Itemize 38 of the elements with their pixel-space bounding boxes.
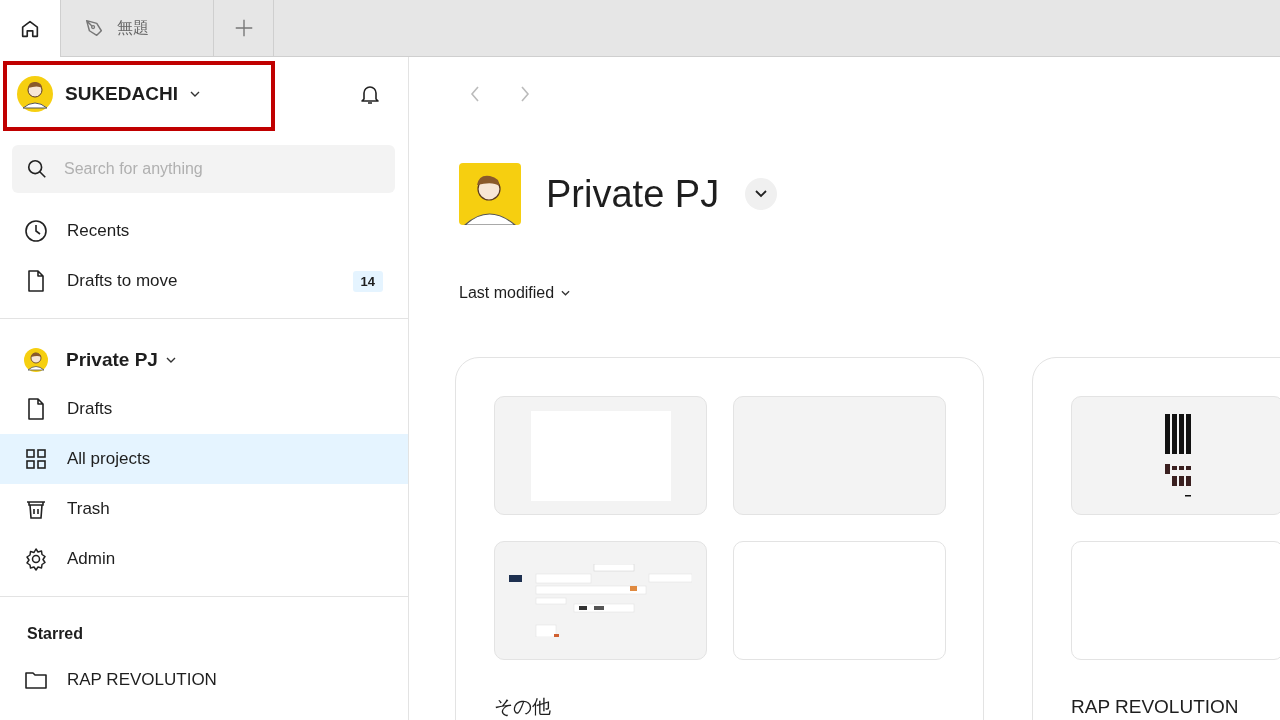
settings-icon (24, 547, 48, 571)
search-field[interactable]: Search for anything (12, 145, 395, 193)
title-dropdown-button[interactable] (745, 178, 778, 210)
project-name: RAP REVOLUTION (1071, 696, 1240, 718)
starred-item[interactable]: RAP REVOLUTION (0, 655, 408, 705)
count-badge: 14 (352, 270, 383, 292)
nav-item[interactable]: Trash (0, 484, 408, 534)
file-thumbnail[interactable] (1071, 541, 1280, 660)
account-switcher[interactable]: SUKEDACHI (17, 76, 200, 112)
nav-item[interactable]: Drafts to move 14 (0, 256, 408, 306)
grid-icon (24, 447, 48, 471)
chevron-down-icon (561, 290, 571, 296)
file-thumbnail[interactable] (494, 541, 707, 660)
avatar-icon (24, 347, 48, 372)
file-thumbnail[interactable] (733, 541, 946, 660)
project-card[interactable]: その他 (455, 357, 984, 720)
file-tab[interactable]: 無題 (61, 0, 214, 56)
nav-item[interactable]: Recents (0, 206, 408, 256)
page-title: Private PJ (546, 172, 720, 216)
nav-item[interactable]: All projects (0, 434, 408, 484)
sort-dropdown[interactable]: Last modified (459, 281, 571, 305)
home-tab[interactable] (0, 0, 61, 57)
team-switcher[interactable]: Private PJ (0, 335, 408, 384)
nav-item[interactable]: Admin (0, 534, 408, 584)
avatar-icon (17, 76, 53, 112)
chevron-down-icon (165, 356, 176, 363)
clock-icon (24, 219, 48, 243)
section-heading: Starred (26, 624, 85, 644)
project-avatar-icon (459, 163, 521, 225)
chevron-down-icon (189, 91, 200, 97)
pen-icon (83, 17, 105, 39)
project-card[interactable]: RAP REVOLUTION (1032, 357, 1280, 720)
file-thumbnail[interactable] (1071, 396, 1280, 515)
file-thumbnail[interactable] (733, 396, 946, 515)
nav-item[interactable]: Drafts (0, 384, 408, 434)
chevron-down-icon (755, 190, 768, 198)
file-thumbnail[interactable] (494, 396, 707, 515)
project-name: その他 (494, 696, 552, 718)
